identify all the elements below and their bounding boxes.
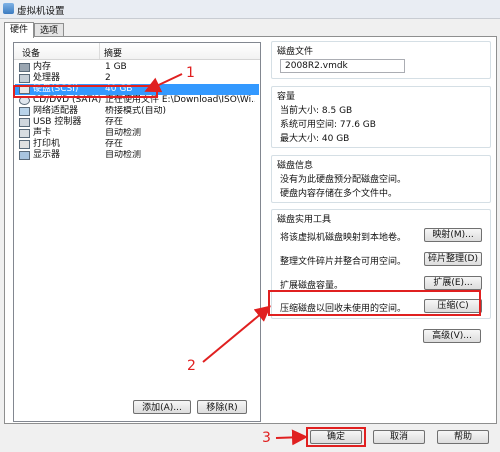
device-list-header: 设备 摘要 [14, 43, 260, 60]
title-bar: 虚拟机设置 [0, 0, 500, 19]
remove-device-button[interactable]: 移除(R) [197, 400, 247, 414]
compact-highlight-box [268, 290, 481, 316]
cancel-button[interactable]: 取消 [373, 430, 425, 444]
memory-icon [19, 63, 30, 72]
device-summary: 存在 [105, 117, 124, 127]
device-row-memory[interactable]: 内存 1 GB [15, 62, 259, 73]
device-summary: 自动检测 [105, 128, 142, 138]
device-row-usb[interactable]: USB 控制器 存在 [15, 117, 259, 128]
capacity-group: 容量 当前大小: 8.5 GB 系统可用空间: 77.6 GB 最大大小: 40… [271, 86, 491, 148]
defrag-description: 整理文件碎片并整合可用空间。 [280, 257, 407, 267]
device-row-processor[interactable]: 处理器 2 [15, 73, 259, 84]
disk-info-line-1: 没有为此硬盘预分配磁盘空间。 [280, 175, 407, 185]
device-name: 声卡 [33, 128, 52, 138]
device-list[interactable]: 设备 摘要 内存 1 GB 处理器 2 硬盘(SCSI) 40 GB CD/DV… [13, 42, 261, 422]
max-size: 最大大小: 40 GB [280, 134, 350, 144]
device-row-network[interactable]: 网络适配器 桥接模式(自动) [15, 106, 259, 117]
device-summary: 1 GB [105, 62, 127, 72]
expand-button[interactable]: 扩展(E)... [424, 276, 482, 290]
device-name: 网络适配器 [33, 106, 79, 116]
cpu-icon [19, 74, 30, 83]
remove-device-label: 移除(R) [206, 403, 238, 413]
column-device[interactable]: 设备 [22, 46, 40, 59]
harddisk-highlight-box [13, 85, 158, 98]
disk-utilities-title: 磁盘实用工具 [275, 212, 334, 225]
advanced-button[interactable]: 高级(V)... [423, 329, 481, 343]
device-name: 打印机 [33, 139, 61, 149]
disk-info-group: 磁盘信息 没有为此硬盘预分配磁盘空间。 硬盘内容存储在多个文件中。 [271, 155, 491, 203]
device-summary: 存在 [105, 139, 124, 149]
sound-card-icon [19, 129, 30, 138]
device-row-display[interactable]: 显示器 自动检测 [15, 150, 259, 161]
device-summary: 2 [105, 73, 111, 83]
annotation-number-3: 3 [262, 430, 271, 446]
capacity-title: 容量 [275, 89, 298, 102]
disk-info-line-2: 硬盘内容存储在多个文件中。 [280, 189, 398, 199]
column-divider[interactable] [99, 43, 100, 59]
help-button[interactable]: 帮助 [437, 430, 489, 444]
usb-icon [19, 118, 30, 127]
network-adapter-icon [19, 107, 30, 116]
add-device-button[interactable]: 添加(A)... [133, 400, 191, 414]
printer-icon [19, 140, 30, 149]
device-summary: 自动检测 [105, 150, 142, 160]
device-name: 处理器 [33, 73, 61, 83]
defrag-button[interactable]: 碎片整理(D) [424, 252, 482, 266]
annotation-number-1: 1 [186, 65, 195, 81]
annotation-number-2: 2 [187, 358, 196, 374]
current-size: 当前大小: 8.5 GB [280, 106, 353, 116]
device-summary: 桥接模式(自动) [105, 106, 167, 116]
map-button[interactable]: 映射(M)... [424, 228, 482, 242]
map-description: 将该虚拟机磁盘映射到本地卷。 [280, 233, 407, 243]
device-row-sound[interactable]: 声卡 自动检测 [15, 128, 259, 139]
add-device-label: 添加(A)... [142, 403, 182, 413]
display-icon [19, 151, 30, 160]
vm-app-icon [3, 3, 14, 14]
device-name: 显示器 [33, 150, 61, 160]
window-title: 虚拟机设置 [17, 6, 65, 17]
device-row-printer[interactable]: 打印机 存在 [15, 139, 259, 150]
disk-file-title: 磁盘文件 [275, 44, 316, 57]
device-name: USB 控制器 [33, 117, 82, 127]
disk-file-field[interactable]: 2008R2.vmdk [280, 59, 405, 73]
device-name: 内存 [33, 62, 52, 72]
arrow-3 [275, 429, 308, 446]
available-space: 系统可用空间: 77.6 GB [280, 120, 376, 130]
column-summary[interactable]: 摘要 [104, 46, 122, 59]
ok-highlight-box [306, 427, 366, 447]
tab-hardware[interactable]: 硬件 [4, 22, 35, 38]
disk-info-title: 磁盘信息 [275, 158, 316, 171]
disk-file-group: 磁盘文件 2008R2.vmdk [271, 41, 491, 79]
